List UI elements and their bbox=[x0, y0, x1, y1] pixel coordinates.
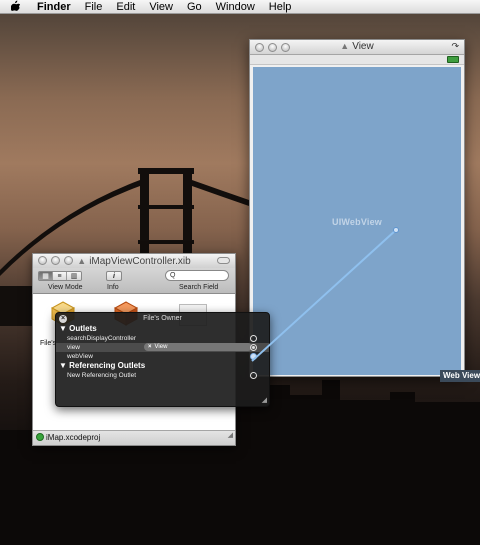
outlet-row[interactable]: view × View bbox=[56, 343, 269, 352]
disconnect-x-icon: × bbox=[148, 344, 152, 350]
column-view-icon[interactable]: ▥ bbox=[67, 272, 81, 280]
outlet-row[interactable]: searchDisplayController bbox=[56, 334, 269, 343]
outlets-section-header[interactable]: ▼ Outlets bbox=[56, 324, 269, 334]
file-owner-label: File's bbox=[40, 340, 57, 347]
search-field[interactable]: Q bbox=[165, 270, 229, 281]
referencing-outlet-name: New Referencing Outlet bbox=[67, 372, 137, 379]
hud-title: File's Owner bbox=[143, 315, 182, 322]
webview-canvas[interactable]: UIWebView bbox=[253, 67, 461, 375]
webview-label: UIWebView bbox=[332, 217, 382, 227]
referencing-outlet-row[interactable]: New Referencing Outlet bbox=[56, 371, 269, 380]
outlet-name: webView bbox=[67, 353, 93, 360]
xib-window-title: iMapViewController.xib bbox=[89, 256, 191, 267]
document-icon: ▲ bbox=[340, 41, 350, 51]
toolbar-toggle-button[interactable] bbox=[217, 257, 230, 264]
menu-window[interactable]: Window bbox=[209, 0, 262, 14]
info-button[interactable]: i bbox=[106, 271, 122, 281]
info-label: Info bbox=[107, 284, 119, 291]
connection-circle-icon[interactable] bbox=[250, 353, 257, 360]
xib-status-bar: iMap.xcodeproj ◢ bbox=[33, 430, 235, 445]
menu-bar: Finder File Edit View Go Window Help bbox=[0, 0, 480, 14]
outlets-header-label: Outlets bbox=[69, 324, 97, 333]
list-view-icon[interactable]: ≡ bbox=[53, 272, 67, 280]
menu-go[interactable]: Go bbox=[180, 0, 209, 14]
connected-object-tag[interactable]: × View bbox=[144, 343, 252, 351]
project-name: iMap.xcodeproj bbox=[46, 433, 101, 442]
rotate-arrow-icon[interactable]: ↷ bbox=[451, 41, 459, 52]
menu-file[interactable]: File bbox=[78, 0, 110, 14]
view-mode-label: View Mode bbox=[48, 284, 83, 291]
menu-finder[interactable]: Finder bbox=[30, 0, 78, 14]
xib-window-titlebar[interactable]: ▲ iMapViewController.xib bbox=[33, 254, 235, 268]
connection-circle-icon[interactable] bbox=[250, 372, 257, 379]
view-window: ▲ View ↷ UIWebView bbox=[249, 39, 465, 377]
search-field-label: Search Field bbox=[179, 284, 219, 291]
menu-help[interactable]: Help bbox=[262, 0, 299, 14]
referencing-outlets-section-header[interactable]: ▼ Referencing Outlets bbox=[56, 361, 269, 371]
view-mode-control[interactable]: ▦ ≡ ▥ bbox=[38, 271, 82, 281]
view-window-title-wrap: ▲ View bbox=[250, 41, 464, 52]
outlet-name: searchDisplayController bbox=[67, 335, 136, 342]
hud-resize-grip-icon[interactable]: ◢ bbox=[262, 396, 267, 404]
simulated-status-bar bbox=[250, 55, 464, 65]
outlet-row[interactable]: webView bbox=[56, 352, 269, 361]
hud-close-icon[interactable]: × bbox=[59, 315, 67, 323]
webview-tooltip: Web View bbox=[440, 370, 480, 382]
resize-grip-icon[interactable]: ◢ bbox=[228, 429, 233, 443]
connected-object-name: View bbox=[154, 344, 168, 350]
xib-window-title-wrap: ▲ iMapViewController.xib bbox=[33, 254, 235, 269]
battery-icon bbox=[447, 56, 459, 63]
view-window-title: View bbox=[352, 41, 374, 52]
outlet-name: view bbox=[67, 344, 81, 351]
view-window-titlebar[interactable]: ▲ View ↷ bbox=[250, 40, 464, 55]
hud-titlebar[interactable]: × File's Owner bbox=[56, 313, 269, 324]
menu-edit[interactable]: Edit bbox=[109, 0, 142, 14]
menu-view[interactable]: View bbox=[142, 0, 180, 14]
connection-circle-icon[interactable] bbox=[250, 344, 257, 351]
xib-toolbar: ▦ ≡ ▥ View Mode i Info Q Search Field bbox=[33, 268, 235, 294]
apple-menu-icon[interactable] bbox=[0, 0, 30, 14]
project-status-icon bbox=[36, 433, 44, 441]
connection-circle-icon[interactable] bbox=[250, 335, 257, 342]
referencing-header-label: Referencing Outlets bbox=[69, 361, 146, 370]
xib-document-icon: ▲ bbox=[77, 256, 87, 266]
files-owner-connections-panel: × File's Owner ▼ Outlets searchDisplayCo… bbox=[55, 312, 270, 407]
icon-view-icon[interactable]: ▦ bbox=[39, 272, 53, 280]
